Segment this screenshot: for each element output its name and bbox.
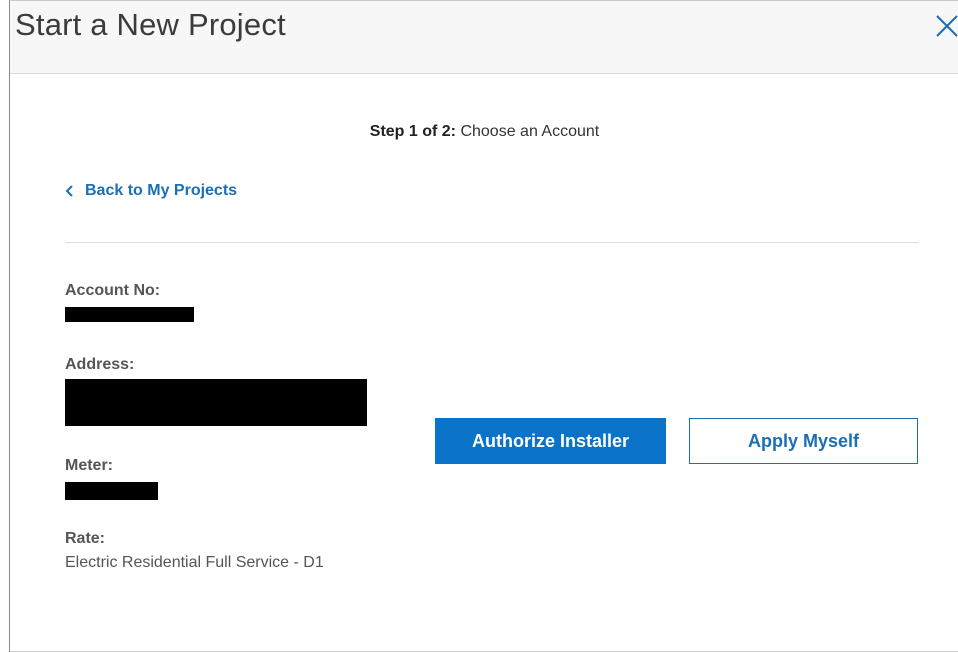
rate-value: Electric Residential Full Service - D1 [65, 554, 324, 571]
rate-label: Rate: [65, 530, 106, 547]
account-no-redacted [65, 307, 194, 322]
close-button[interactable] [930, 7, 958, 43]
step-number: Step 1 of 2: [369, 123, 456, 140]
close-icon [936, 15, 958, 37]
divider [65, 242, 919, 243]
back-to-projects-link[interactable]: Back to My Projects [65, 182, 237, 200]
account-no-label: Account No: [65, 282, 161, 299]
modal-header: Start a New Project [10, 1, 958, 74]
modal-title: Start a New Project [15, 7, 286, 42]
address-label: Address: [65, 356, 135, 373]
new-project-modal: Start a New Project Step 1 of 2: Choose … [9, 0, 958, 652]
chevron-left-icon [65, 185, 73, 197]
meter-redacted [65, 482, 158, 500]
step-indicator: Step 1 of 2: Choose an Account [10, 123, 958, 141]
step-text: Choose an Account [460, 123, 600, 140]
authorize-installer-button[interactable]: Authorize Installer [435, 418, 666, 464]
back-link-label: Back to My Projects [85, 182, 238, 199]
modal-body: Step 1 of 2: Choose an Account Back to M… [10, 74, 958, 652]
apply-myself-button[interactable]: Apply Myself [689, 418, 918, 464]
meter-label: Meter: [65, 457, 114, 474]
address-redacted [65, 379, 367, 426]
